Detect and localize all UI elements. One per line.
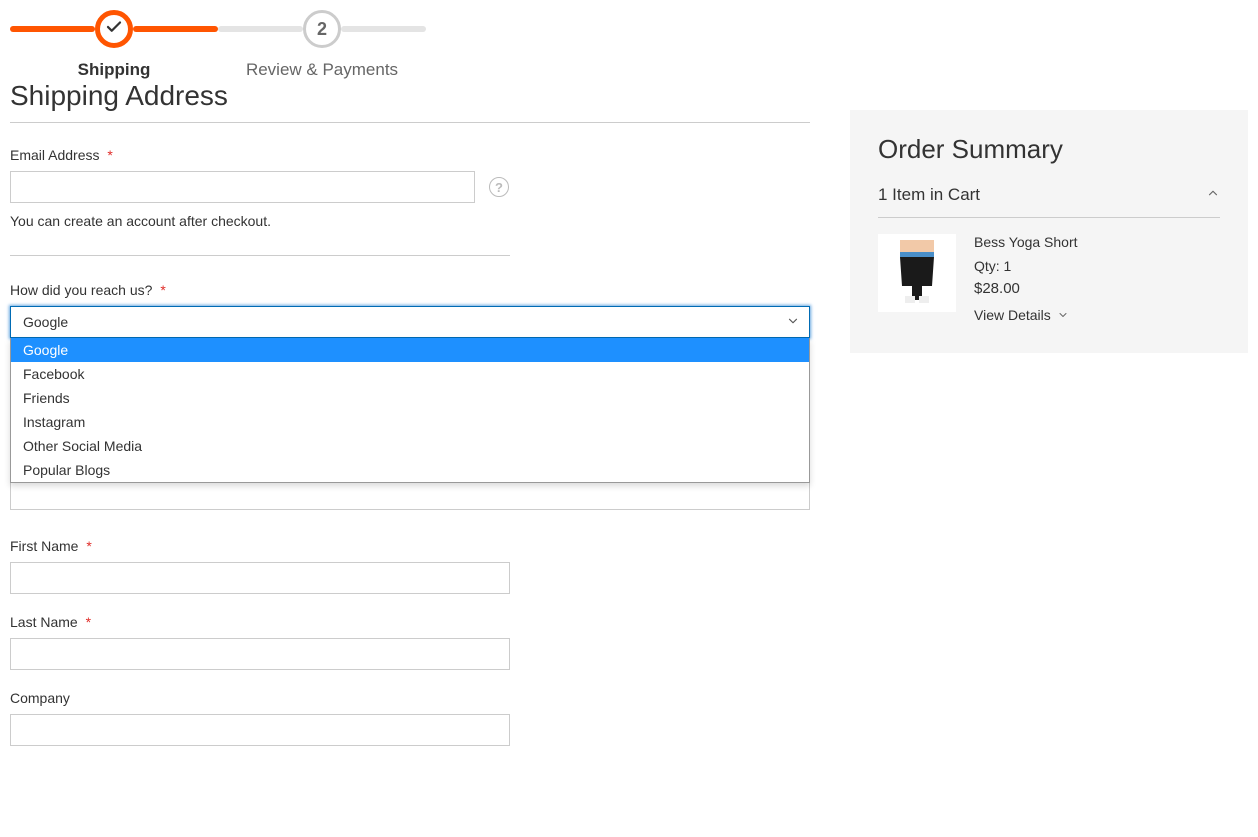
dropdown-option[interactable]: Friends (11, 386, 809, 410)
field-company: Company (10, 690, 810, 746)
label-email: Email Address * (10, 147, 810, 163)
order-summary: Order Summary 1 Item in Cart (850, 110, 1248, 353)
check-icon (105, 18, 123, 41)
chevron-down-icon (1057, 309, 1069, 321)
section-divider (10, 255, 510, 256)
required-mark: * (107, 147, 112, 163)
checkout-progress: Shipping 2 Review & Payments (10, 10, 1248, 80)
item-name: Bess Yoga Short (974, 234, 1220, 250)
progress-line-mid-inactive (218, 26, 303, 32)
last-name-input[interactable] (10, 638, 510, 670)
cart-item: Bess Yoga Short Qty: 1 $28.00 View Detai… (878, 234, 1220, 323)
order-summary-title: Order Summary (878, 134, 1220, 165)
item-price: $28.00 (974, 280, 1220, 297)
label-first-name: First Name * (10, 538, 810, 554)
progress-line-left (10, 26, 95, 32)
reach-us-dropdown: GoogleFacebookFriendsInstagramOther Soci… (10, 338, 810, 483)
progress-step-shipping[interactable] (95, 10, 133, 48)
item-qty: Qty: 1 (974, 258, 1220, 274)
dropdown-option[interactable]: Facebook (11, 362, 809, 386)
progress-step-review[interactable]: 2 (303, 10, 341, 48)
reach-us-select[interactable]: Google (10, 306, 810, 338)
progress-step-number: 2 (317, 19, 327, 40)
dropdown-option[interactable]: Instagram (11, 410, 809, 434)
field-email: Email Address * ? You can create an acco… (10, 147, 810, 229)
label-last-name: Last Name * (10, 614, 810, 630)
progress-label-shipping: Shipping (78, 60, 151, 80)
progress-line-mid-active (133, 26, 218, 32)
email-input[interactable] (10, 171, 475, 203)
field-first-name: First Name * (10, 538, 810, 594)
dropdown-option[interactable]: Other Social Media (11, 434, 809, 458)
dropdown-option[interactable]: Google (11, 338, 809, 362)
progress-label-review: Review & Payments (246, 60, 398, 80)
field-last-name: Last Name * (10, 614, 810, 670)
chevron-up-icon (1206, 185, 1220, 205)
required-mark: * (86, 614, 91, 630)
label-company: Company (10, 690, 810, 706)
dropdown-option[interactable]: Popular Blogs (11, 458, 809, 482)
progress-line-right (341, 26, 426, 32)
cart-count-label: 1 Item in Cart (878, 185, 980, 205)
required-mark: * (86, 538, 91, 554)
field-reach-us: How did you reach us? * Google GoogleFac… (10, 282, 810, 338)
page-title: Shipping Address (10, 80, 810, 123)
cart-toggle[interactable]: 1 Item in Cart (878, 185, 1220, 218)
item-thumbnail[interactable] (878, 234, 956, 312)
company-input[interactable] (10, 714, 510, 746)
view-details-toggle[interactable]: View Details (974, 307, 1069, 323)
email-hint: You can create an account after checkout… (10, 213, 810, 229)
first-name-input[interactable] (10, 562, 510, 594)
help-icon[interactable]: ? (489, 177, 509, 197)
required-mark: * (160, 282, 165, 298)
label-reach-us: How did you reach us? * (10, 282, 810, 298)
